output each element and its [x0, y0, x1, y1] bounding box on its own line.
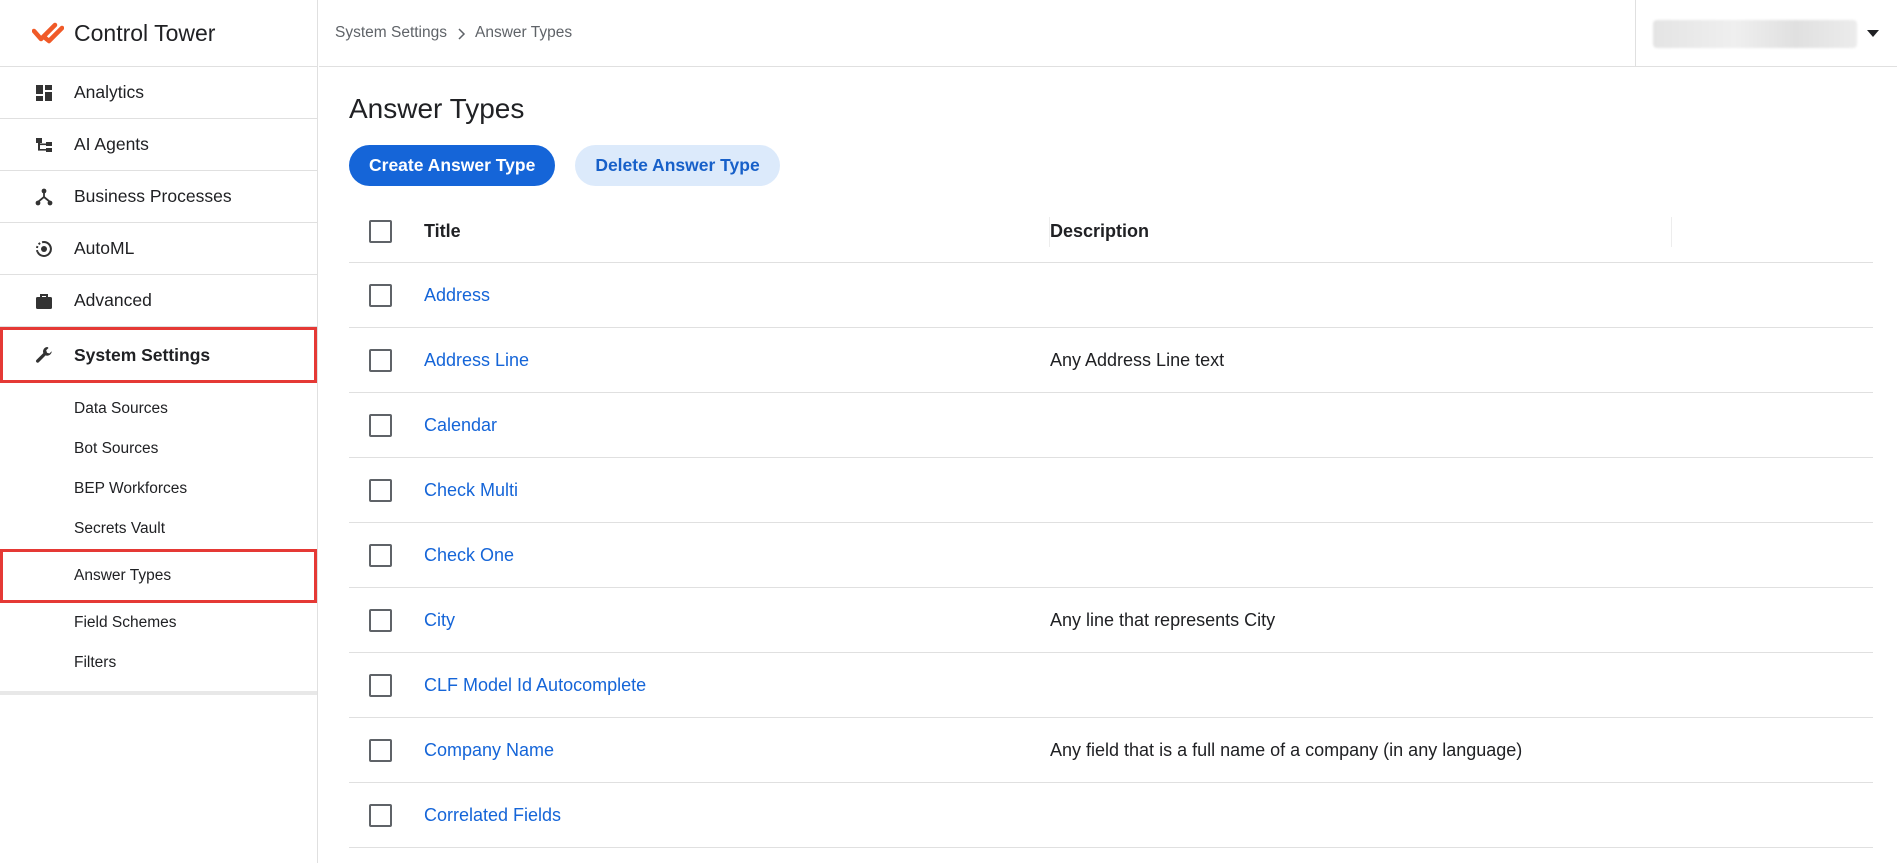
- action-bar: Create Answer Type Delete Answer Type: [349, 145, 1873, 186]
- create-answer-type-button[interactable]: Create Answer Type: [349, 145, 556, 186]
- row-title-link[interactable]: CLF Model Id Autocomplete: [424, 675, 646, 695]
- row-checkbox[interactable]: [369, 738, 392, 762]
- row-description: Any Address Line text: [1050, 349, 1225, 370]
- subnav-item-bot-sources[interactable]: Bot Sources: [0, 429, 317, 469]
- briefcase-icon: [34, 291, 54, 311]
- row-title-link[interactable]: Correlated Fields: [424, 805, 561, 825]
- row-title-link[interactable]: Check Multi: [424, 480, 518, 500]
- app-title: Control Tower: [74, 19, 216, 46]
- column-header-title[interactable]: Title: [424, 216, 1050, 247]
- hierarchy-icon: [34, 135, 54, 155]
- subnav-item-answer-types[interactable]: Answer Types: [0, 549, 317, 603]
- row-checkbox[interactable]: [369, 413, 392, 437]
- breadcrumb-item-answer-types: Answer Types: [475, 24, 573, 41]
- row-title-link[interactable]: Address Line: [424, 350, 529, 370]
- subnav-item-bep-workforces[interactable]: BEP Workforces: [0, 469, 317, 509]
- user-name-redacted: [1653, 19, 1857, 48]
- table-row: CLF Model Id Autocomplete: [349, 653, 1873, 718]
- system-settings-subnav: Data Sources Bot Sources BEP Workforces …: [0, 383, 317, 695]
- row-checkbox[interactable]: [369, 478, 392, 502]
- sidebar-item-system-settings[interactable]: System Settings: [0, 327, 317, 383]
- table-row: City Any line that represents City: [349, 588, 1873, 653]
- row-title-link[interactable]: Address: [424, 285, 490, 305]
- main-content: Answer Types Create Answer Type Delete A…: [349, 67, 1873, 848]
- row-title-link[interactable]: Company Name: [424, 740, 554, 760]
- process-icon: [34, 187, 54, 207]
- column-header-description[interactable]: Description: [1050, 216, 1672, 247]
- table-row: Address Line Any Address Line text: [349, 328, 1873, 393]
- sidebar-item-label: System Settings: [74, 344, 211, 365]
- table-row: Calendar: [349, 393, 1873, 458]
- row-checkbox[interactable]: [369, 673, 392, 697]
- delete-answer-type-button[interactable]: Delete Answer Type: [575, 145, 780, 186]
- subnav-item-data-sources[interactable]: Data Sources: [0, 389, 317, 429]
- sidebar: Control Tower Analytics AI Agents Busine…: [0, 0, 318, 863]
- control-tower-logo-icon: [32, 22, 64, 44]
- sidebar-item-ai-agents[interactable]: AI Agents: [0, 119, 317, 171]
- table-row: Check One: [349, 523, 1873, 588]
- row-checkbox[interactable]: [369, 348, 392, 372]
- sidebar-item-analytics[interactable]: Analytics: [0, 67, 317, 119]
- subnav-item-field-schemes[interactable]: Field Schemes: [0, 603, 317, 643]
- answer-types-table: Title Description Address Address Line A…: [349, 201, 1873, 848]
- sidebar-item-label: AI Agents: [74, 134, 149, 154]
- chevron-right-icon: [456, 27, 466, 40]
- automl-icon: [34, 239, 54, 259]
- row-checkbox[interactable]: [369, 543, 392, 567]
- table-row: Check Multi: [349, 458, 1873, 523]
- user-menu[interactable]: [1635, 0, 1897, 67]
- table-header: Title Description: [349, 201, 1873, 263]
- sidebar-item-label: Advanced: [74, 290, 152, 310]
- wrench-icon: [34, 345, 54, 365]
- table-row: Company Name Any field that is a full na…: [349, 718, 1873, 783]
- caret-down-icon[interactable]: [1867, 30, 1879, 37]
- top-bar: System Settings Answer Types: [319, 0, 1897, 67]
- select-all-checkbox[interactable]: [369, 220, 392, 243]
- row-title-link[interactable]: Calendar: [424, 415, 497, 435]
- subnav-item-filters[interactable]: Filters: [0, 643, 317, 683]
- sidebar-item-business-processes[interactable]: Business Processes: [0, 171, 317, 223]
- brand[interactable]: Control Tower: [0, 0, 317, 67]
- dashboard-icon: [34, 83, 54, 103]
- page-title: Answer Types: [349, 93, 525, 124]
- row-checkbox[interactable]: [369, 608, 392, 632]
- table-row: Correlated Fields: [349, 783, 1873, 848]
- sidebar-item-label: Business Processes: [74, 186, 232, 206]
- sidebar-item-automl[interactable]: AutoML: [0, 223, 317, 275]
- sidebar-item-label: AutoML: [74, 238, 135, 258]
- row-title-link[interactable]: Check One: [424, 545, 514, 565]
- subnav-item-secrets-vault[interactable]: Secrets Vault: [0, 509, 317, 549]
- breadcrumb: System Settings Answer Types: [319, 24, 572, 42]
- sidebar-item-label: Analytics: [74, 82, 145, 102]
- row-description: Any field that is a full name of a compa…: [1050, 739, 1523, 760]
- breadcrumb-item-system-settings[interactable]: System Settings: [335, 24, 447, 42]
- row-checkbox[interactable]: [369, 803, 392, 827]
- row-title-link[interactable]: City: [424, 610, 455, 630]
- row-checkbox[interactable]: [369, 283, 392, 307]
- table-row: Address: [349, 263, 1873, 328]
- row-description: Any line that represents City: [1050, 609, 1276, 630]
- sidebar-item-advanced[interactable]: Advanced: [0, 275, 317, 327]
